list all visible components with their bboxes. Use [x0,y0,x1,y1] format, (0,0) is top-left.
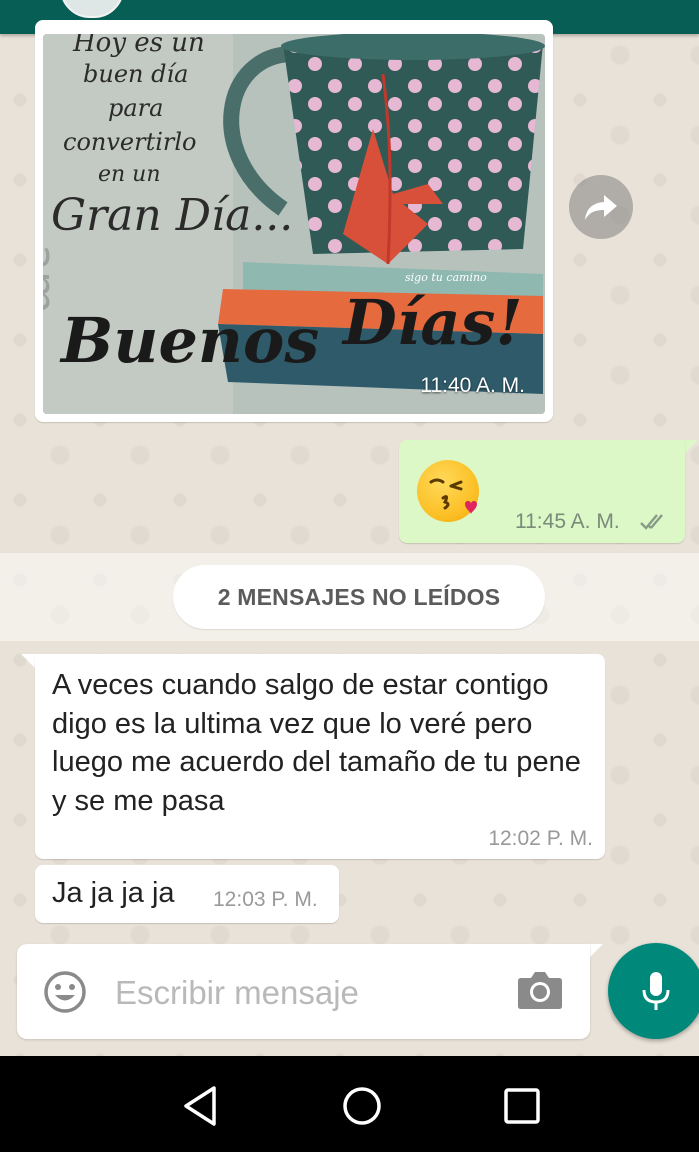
caption-line: Hoy es un [73,34,205,58]
message-timestamp: 11:45 A. M. [515,510,620,533]
bubble-tail [21,654,35,668]
recents-square-icon[interactable] [500,1084,544,1128]
message-composer [17,944,590,1039]
photo-watermark: am [43,244,65,314]
outgoing-message-bubble[interactable]: 11:45 A. M. [399,440,685,543]
message-text: A veces cuando salgo de estar contigo di… [52,669,581,817]
camera-icon[interactable] [517,970,563,1010]
message-timestamp: 12:03 P. M. [213,888,318,911]
image-message-photo[interactable]: Hoy es un buen día para convertirlo en u… [43,34,545,414]
bubble-tail [684,440,698,454]
image-message-bubble[interactable]: Hoy es un buen día para convertirlo en u… [35,20,553,422]
kiss-emoji-icon [417,460,479,522]
home-circle-icon[interactable] [340,1084,384,1128]
caption-line: para [108,94,164,122]
caption-line: convertirlo [63,128,197,156]
incoming-message-bubble[interactable]: Ja ja ja ja 12:03 P. M. [35,865,339,923]
smiley-icon[interactable] [43,970,87,1014]
message-text: Ja ja ja ja [52,877,175,909]
caption-line: buen día [83,60,189,88]
caption-line: Gran Día... [51,190,294,241]
microphone-icon [642,972,670,1010]
double-check-icon [640,514,663,530]
system-navigation-bar [0,1056,699,1152]
incoming-message-bubble[interactable]: A veces cuando salgo de estar contigo di… [35,654,605,859]
forward-button[interactable] [569,175,633,239]
message-timestamp: 11:40 A. M. [420,374,525,397]
contact-avatar[interactable] [60,0,124,18]
message-timestamp: 12:02 P. M. [488,827,593,850]
composer-tail [589,944,603,958]
forward-arrow-icon [585,195,617,220]
voice-message-button[interactable] [608,943,699,1039]
back-triangle-icon[interactable] [178,1084,222,1128]
caption-line: Días! [343,286,523,359]
caption-line: en un [98,162,161,187]
message-input[interactable] [113,964,497,1021]
unread-messages-banner: 2 MENSAJES NO LEÍDOS [173,565,545,629]
caption-line: Buenos [61,304,320,377]
photo-signature: sigo tu camino [405,271,487,284]
